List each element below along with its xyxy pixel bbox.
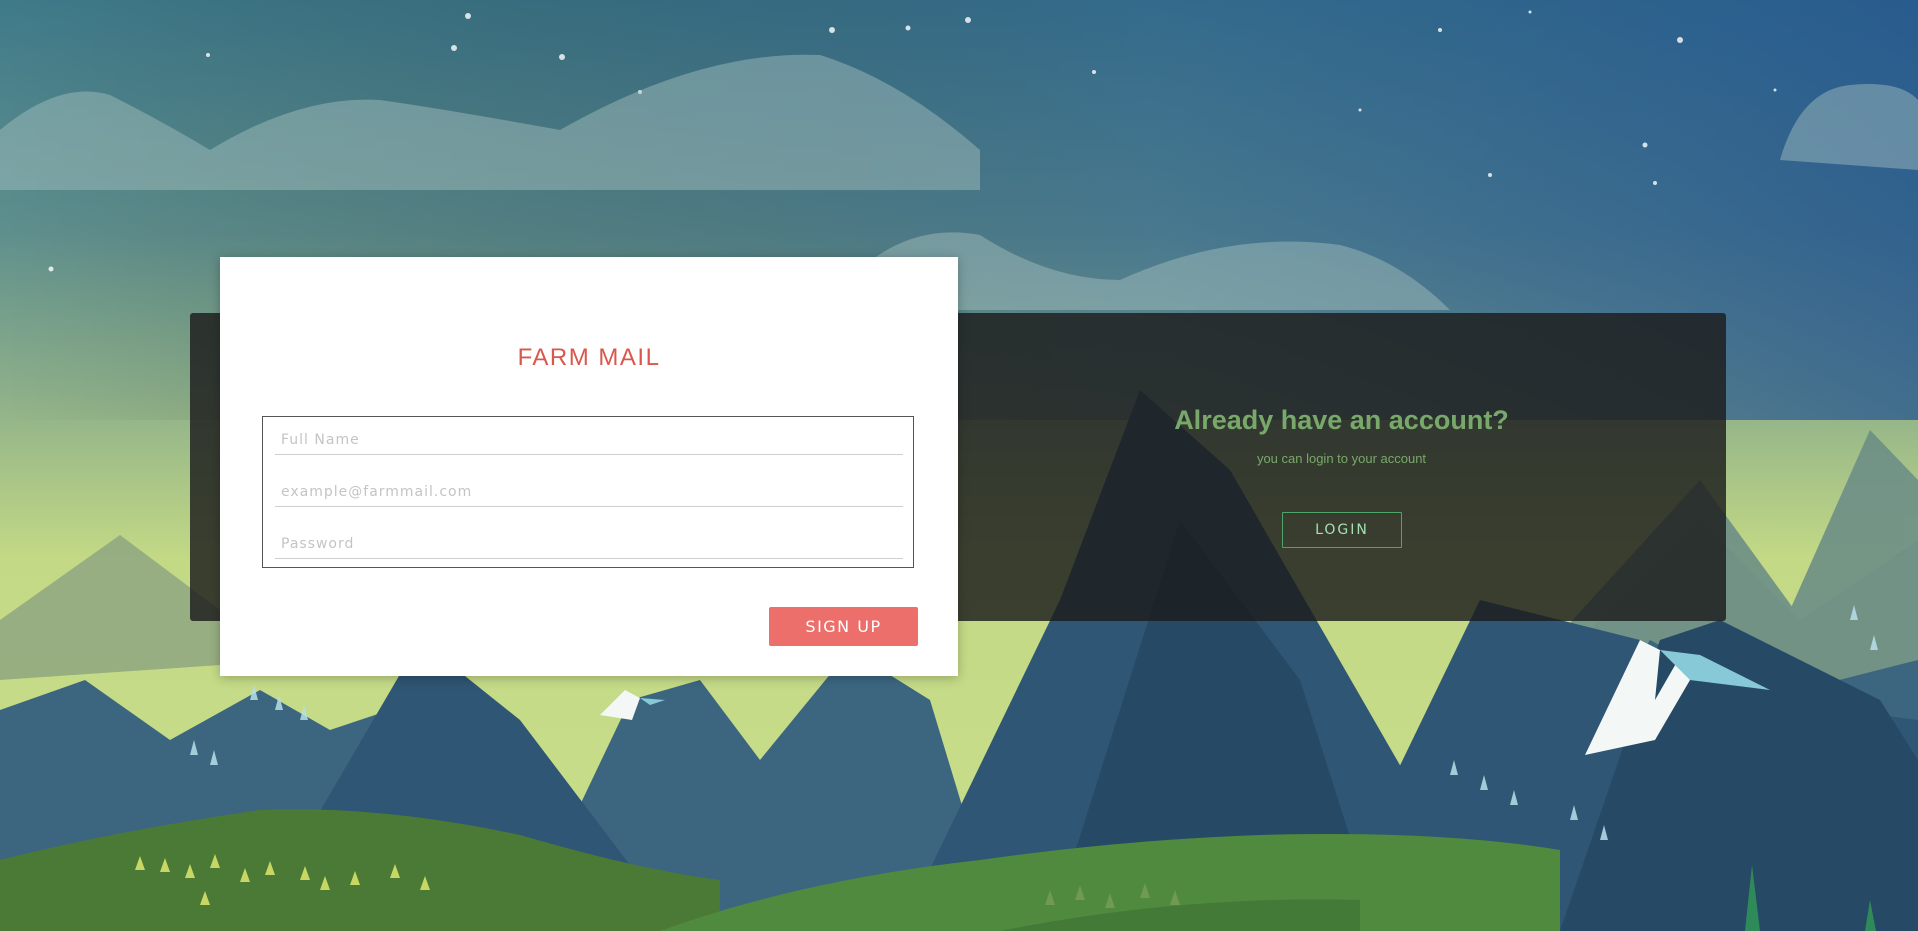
signup-fields: [262, 416, 914, 568]
full-name-field[interactable]: [275, 425, 903, 455]
email-field[interactable]: [275, 477, 903, 507]
login-prompt: Already have an account? you can login t…: [957, 313, 1726, 621]
password-field[interactable]: [275, 529, 903, 559]
login-subtext: you can login to your account: [1256, 451, 1427, 466]
login-button[interactable]: LOGIN: [1282, 512, 1402, 548]
signup-button[interactable]: SIGN UP: [769, 607, 918, 646]
brand-title: FARM MAIL: [517, 344, 661, 371]
login-heading: Already have an account?: [1174, 405, 1509, 435]
signup-card: FARM MAIL SIGN UP: [220, 257, 958, 676]
